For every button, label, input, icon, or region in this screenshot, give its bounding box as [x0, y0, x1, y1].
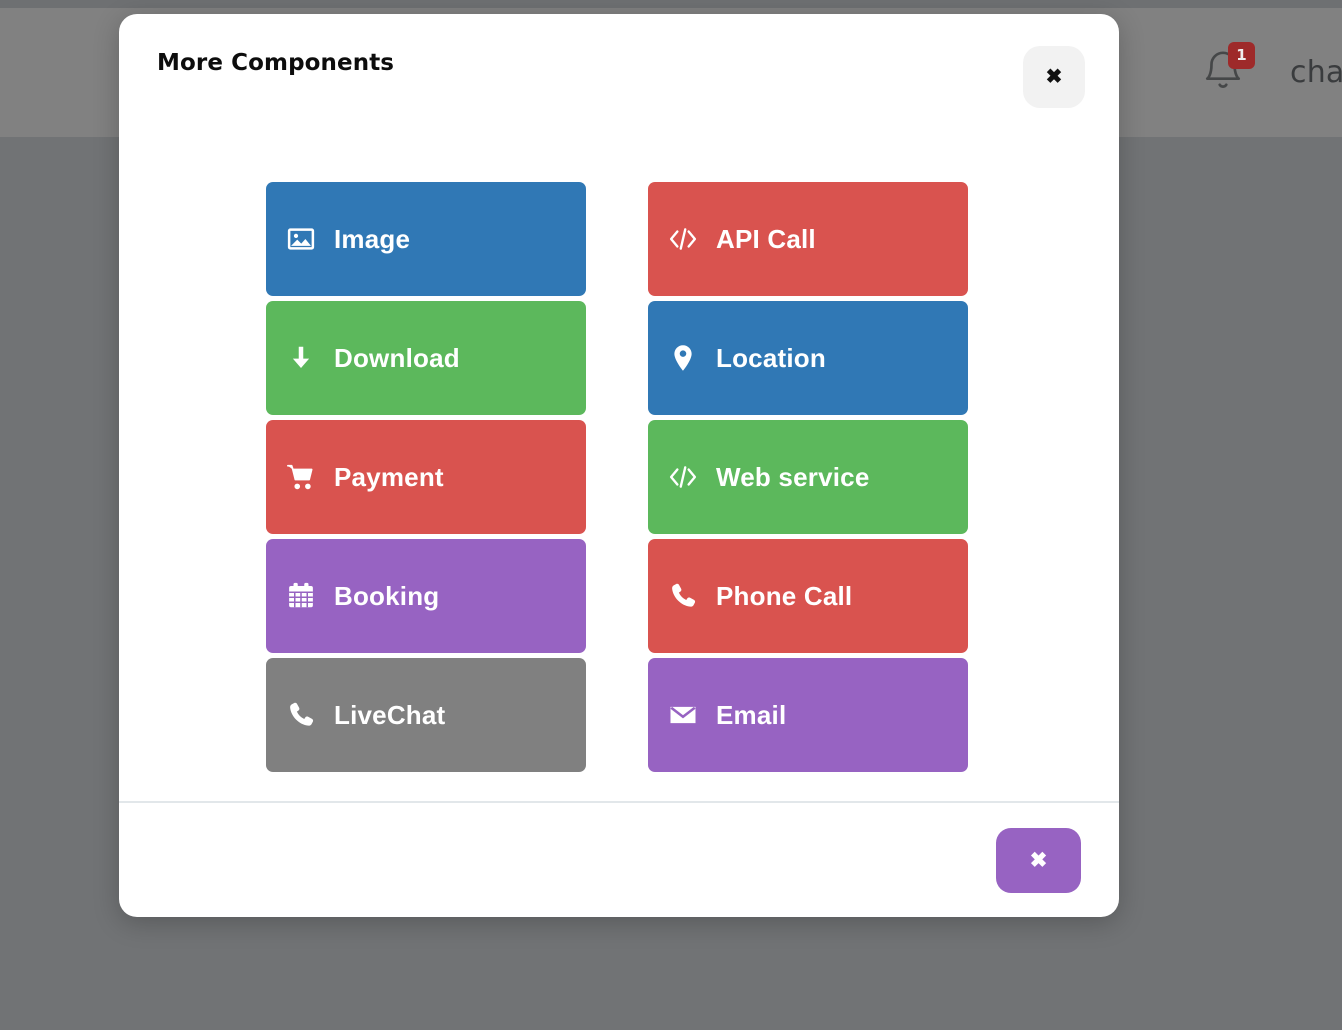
component-tile-image[interactable]: Image — [266, 182, 586, 296]
modal-header: More Components ✖ — [119, 14, 1119, 136]
component-tile-label: API Call — [716, 223, 816, 254]
calendar-icon — [286, 581, 316, 611]
window-top-strip — [0, 0, 1342, 8]
image-icon — [286, 224, 316, 254]
component-tile-label: Booking — [334, 580, 440, 611]
component-tile-download[interactable]: Download — [266, 301, 586, 415]
component-tile-label: Download — [334, 342, 460, 373]
code-icon — [668, 224, 698, 254]
component-tile-label: Web service — [716, 461, 870, 492]
component-tile-booking[interactable]: Booking — [266, 539, 586, 653]
close-icon[interactable]: ✖ — [1023, 46, 1085, 108]
component-tile-api-call[interactable]: API Call — [648, 182, 968, 296]
phone-icon — [668, 581, 698, 611]
code-icon — [668, 462, 698, 492]
map-pin-icon — [668, 343, 698, 373]
component-tiles-grid: Image Download Payment Booking LiveChat API C… — [266, 182, 968, 772]
notification-badge: 1 — [1228, 41, 1255, 69]
modal-footer: ✖ — [119, 801, 1119, 917]
component-tile-label: Phone Call — [716, 580, 853, 611]
download-icon — [286, 343, 316, 373]
more-components-modal: More Components ✖ Image Download Payment Bo… — [119, 14, 1119, 917]
envelope-icon — [668, 700, 698, 730]
component-tile-phone-call[interactable]: Phone Call — [648, 539, 968, 653]
component-tile-label: Payment — [334, 461, 444, 492]
component-tile-livechat[interactable]: LiveChat — [266, 658, 586, 772]
left-column: Image Download Payment Booking LiveChat — [266, 182, 586, 772]
component-tile-label: LiveChat — [334, 699, 446, 730]
component-tile-label: Image — [334, 223, 411, 254]
notifications-button[interactable]: 1 — [1200, 41, 1255, 98]
component-tile-web-service[interactable]: Web service — [648, 420, 968, 534]
component-tile-label: Location — [716, 342, 826, 373]
modal-title: More Components — [157, 50, 395, 76]
component-tile-label: Email — [716, 699, 787, 730]
phone-icon — [286, 700, 316, 730]
modal-body: Image Download Payment Booking LiveChat API C… — [119, 136, 1119, 801]
app-brand-text: cha — [1290, 55, 1342, 90]
component-tile-location[interactable]: Location — [648, 301, 968, 415]
right-column: API Call Location Web service Phone Call Ema… — [648, 182, 968, 772]
footer-close-button[interactable]: ✖ — [996, 828, 1081, 893]
component-tile-payment[interactable]: Payment — [266, 420, 586, 534]
cart-icon — [286, 462, 316, 492]
component-tile-email[interactable]: Email — [648, 658, 968, 772]
